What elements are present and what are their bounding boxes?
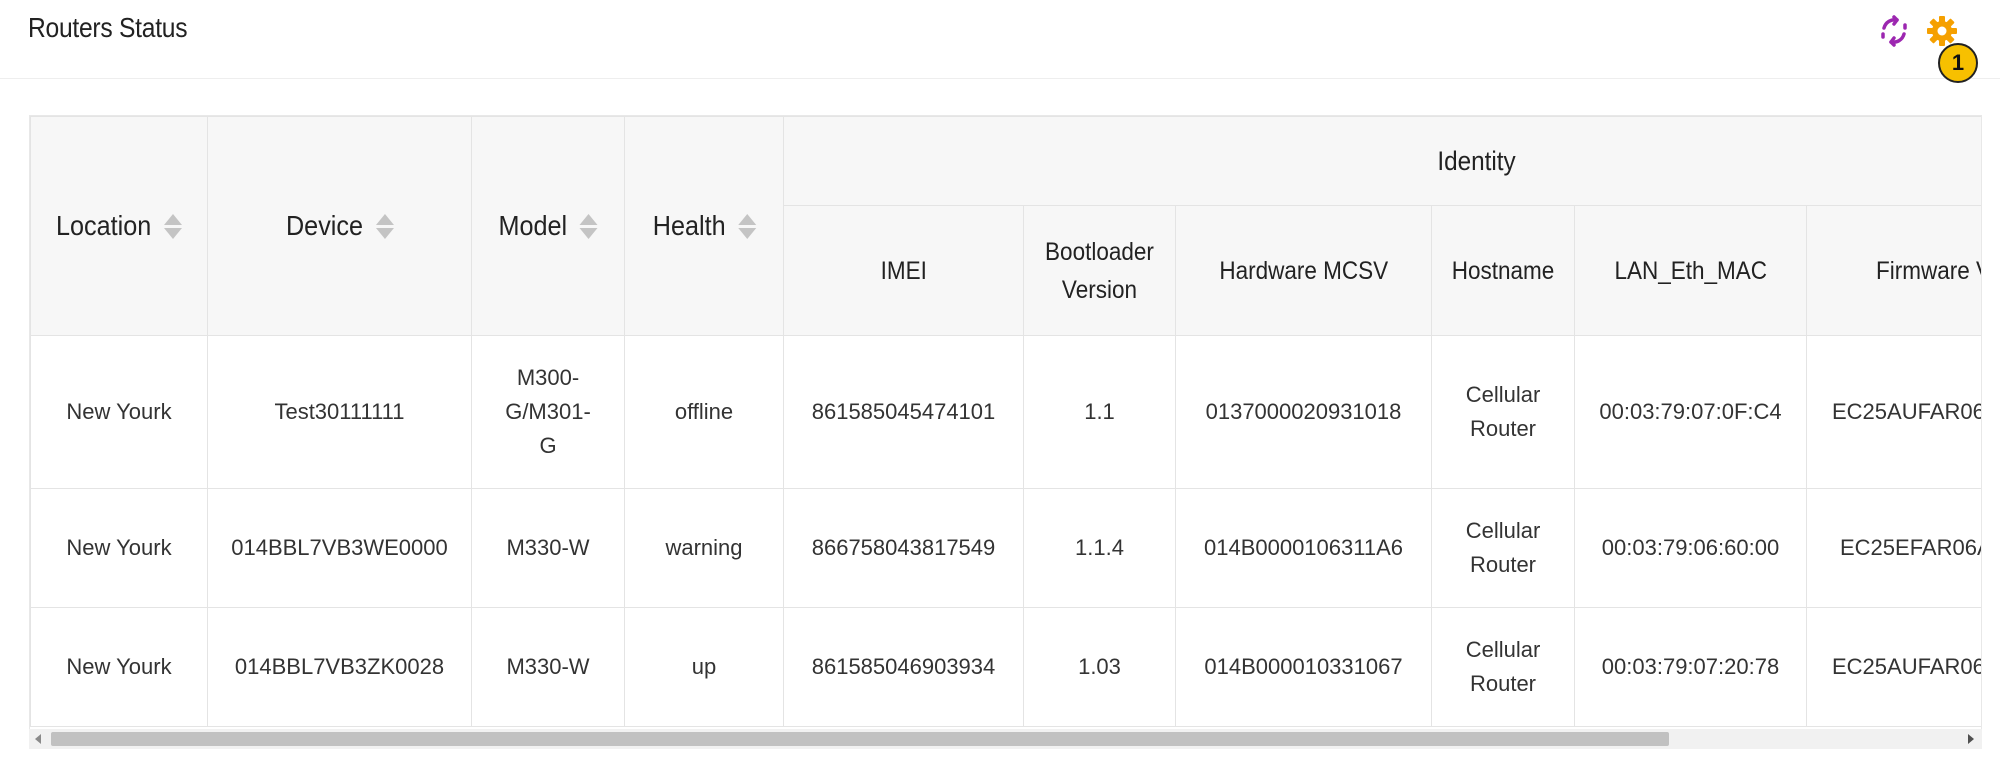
column-header-firmware-version: Firmware Ve xyxy=(1805,205,1981,336)
column-header-health[interactable]: Health xyxy=(624,116,784,336)
cell-imei: 861585046903934 xyxy=(783,607,1024,727)
column-label-location: Location xyxy=(56,210,152,241)
cell-mcsv: 0137000020931018 xyxy=(1175,335,1432,489)
page-title: Routers Status xyxy=(28,12,188,43)
cell-device: 014BBL7VB3ZK0028 xyxy=(207,607,472,727)
cell-location: New Yourk xyxy=(30,335,208,489)
notification-badge: 1 xyxy=(1938,43,1978,83)
column-header-location[interactable]: Location xyxy=(30,116,208,336)
cell-model: M330-W xyxy=(471,607,625,727)
column-header-hostname: Hostname xyxy=(1431,205,1575,336)
column-header-lan-eth-mac: LAN_Eth_MAC xyxy=(1574,205,1807,336)
cell-mcsv: 014B000010331067 xyxy=(1175,607,1432,727)
table-row[interactable]: New Yourk 014BBL7VB3WE0000 M330-W warnin… xyxy=(30,488,1981,608)
cell-hostname: Cellular Router xyxy=(1431,488,1575,608)
table-row[interactable]: New Yourk Test30111111 M300- G/M301- G off… xyxy=(30,335,1981,489)
cell-imei: 866758043817549 xyxy=(783,488,1024,608)
cell-location: New Yourk xyxy=(30,607,208,727)
scroll-right-icon[interactable] xyxy=(1968,734,1974,744)
cell-imei: 861585045474101 xyxy=(783,335,1024,489)
page-header: Routers Status 1 xyxy=(0,0,2000,83)
cell-mcsv: 014B0000106311A6 xyxy=(1175,488,1432,608)
cell-hostname: Cellular Router xyxy=(1431,335,1575,489)
cell-model: M330-W xyxy=(471,488,625,608)
scroll-left-icon[interactable] xyxy=(35,734,41,744)
horizontal-scrollbar[interactable] xyxy=(29,729,1982,749)
column-label-device: Device xyxy=(285,210,363,241)
cell-health: offline xyxy=(624,335,784,489)
cell-lan-mac: 00:03:79:07:0F:C4 xyxy=(1574,335,1807,489)
cell-health: up xyxy=(624,607,784,727)
sort-icon[interactable] xyxy=(375,213,394,239)
cell-device: 014BBL7VB3WE0000 xyxy=(207,488,472,608)
column-label-health: Health xyxy=(652,210,726,241)
cell-location: New Yourk xyxy=(30,488,208,608)
scrollbar-thumb[interactable] xyxy=(51,732,1669,746)
table-row[interactable]: New Yourk 014BBL7VB3ZK0028 M330-W up 861… xyxy=(30,607,1981,727)
cell-bootloader: 1.03 xyxy=(1023,607,1176,727)
cell-firmware: EC25EFAR06A xyxy=(1805,488,1981,608)
cell-health: warning xyxy=(624,488,784,608)
column-header-imei: IMEI xyxy=(783,205,1024,336)
column-header-model[interactable]: Model xyxy=(471,116,625,336)
column-label-model: Model xyxy=(498,210,568,241)
cell-model: M300- G/M301- G xyxy=(471,335,625,489)
cell-lan-mac: 00:03:79:07:20:78 xyxy=(1574,607,1807,727)
sort-icon[interactable] xyxy=(737,213,756,239)
sort-icon[interactable] xyxy=(163,213,182,239)
sort-icon[interactable] xyxy=(579,213,598,239)
column-header-hardware-mcsv: Hardware MCSV xyxy=(1175,205,1432,336)
column-header-bootloader-version: Bootloader Version xyxy=(1023,205,1176,336)
cell-firmware: EC25AUFAR06A xyxy=(1805,607,1981,727)
cell-bootloader: 1.1 xyxy=(1023,335,1176,489)
cell-hostname: Cellular Router xyxy=(1431,607,1575,727)
cell-lan-mac: 00:03:79:06:60:00 xyxy=(1574,488,1807,608)
cell-bootloader: 1.1.4 xyxy=(1023,488,1176,608)
routers-table-container: Location Device Model Health Identity IM… xyxy=(29,115,1982,730)
column-header-device[interactable]: Device xyxy=(207,116,472,336)
cell-firmware: EC25AUFAR06A xyxy=(1805,335,1981,489)
refresh-icon[interactable] xyxy=(1878,15,1910,47)
cell-device: Test30111111 xyxy=(207,335,472,489)
column-group-identity: Identity xyxy=(782,116,1981,207)
routers-table: Location Device Model Health Identity IM… xyxy=(30,116,1981,727)
